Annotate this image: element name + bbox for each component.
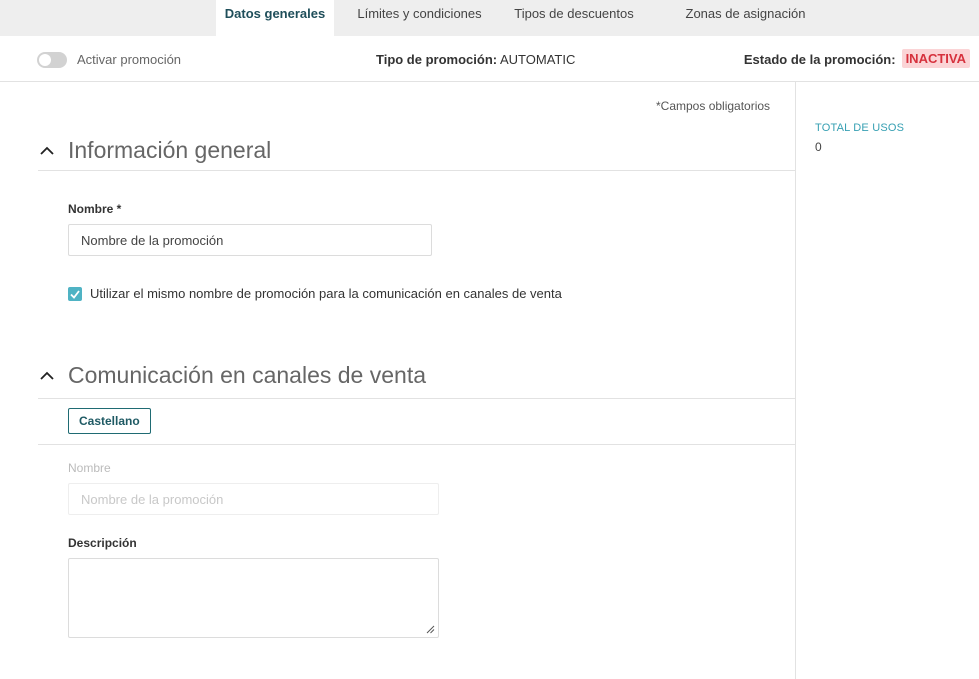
activate-promotion-label: Activar promoción — [77, 52, 182, 67]
sales-channels-title: Comunicación en canales de venta — [68, 362, 427, 388]
total-uses-label: TOTAL DE USOS — [815, 122, 905, 134]
sales-channels-section-header: Comunicación en canales de venta — [38, 362, 795, 399]
general-info-title: Información general — [68, 137, 272, 163]
language-tab-castellano[interactable]: Castellano — [68, 408, 151, 434]
description-label: Descripción — [68, 536, 137, 550]
toggle-knob — [39, 54, 51, 66]
tab-datos-generales[interactable]: Datos generales — [216, 0, 334, 36]
required-fields-note: *Campos obligatorios — [656, 99, 771, 113]
activate-promotion-toggle[interactable] — [37, 52, 67, 68]
promotion-type: Tipo de promoción: AUTOMATIC — [376, 52, 575, 67]
tab-limites-condiciones[interactable]: Límites y condiciones — [352, 0, 487, 36]
tab-zonas-asignacion[interactable]: Zonas de asignación — [673, 0, 818, 36]
promotion-type-label: Tipo de promoción: — [376, 52, 498, 67]
general-info-section-header: Información general — [38, 137, 795, 171]
same-name-option: Utilizar el mismo nombre de promoción pa… — [68, 286, 562, 301]
total-uses-value: 0 — [815, 140, 822, 154]
tab-tipos-descuentos[interactable]: Tipos de descuentos — [503, 0, 645, 36]
name-input[interactable]: Nombre de la promoción — [68, 224, 432, 256]
same-name-checkbox-label: Utilizar el mismo nombre de promoción pa… — [90, 286, 562, 301]
description-textarea[interactable] — [68, 558, 439, 638]
name-label: Nombre * — [68, 202, 122, 216]
language-tab-row: Castellano — [38, 399, 795, 445]
chevron-up-icon[interactable] — [39, 368, 55, 384]
chevron-up-icon[interactable] — [39, 143, 55, 159]
name-input-value: Nombre de la promoción — [81, 232, 224, 248]
channel-name-input[interactable]: Nombre de la promoción — [68, 483, 439, 515]
top-tab-bar: Datos generales Límites y condiciones Ti… — [0, 0, 979, 36]
channel-name-placeholder: Nombre de la promoción — [81, 491, 224, 507]
channel-name-label: Nombre — [68, 461, 111, 475]
status-badge: INACTIVA — [901, 49, 970, 68]
check-icon — [70, 289, 80, 299]
promotion-state-label: Estado de la promoción: — [743, 52, 896, 67]
same-name-checkbox[interactable] — [68, 286, 82, 301]
promotion-type-value: AUTOMATIC — [500, 52, 576, 67]
usage-side-panel: TOTAL DE USOS 0 — [795, 82, 979, 679]
resize-grip-icon[interactable] — [425, 624, 435, 634]
promotion-status-bar: Activar promoción Tipo de promoción: AUT… — [0, 36, 979, 82]
promotion-state: Estado de la promoción: INACTIVA — [744, 49, 970, 68]
